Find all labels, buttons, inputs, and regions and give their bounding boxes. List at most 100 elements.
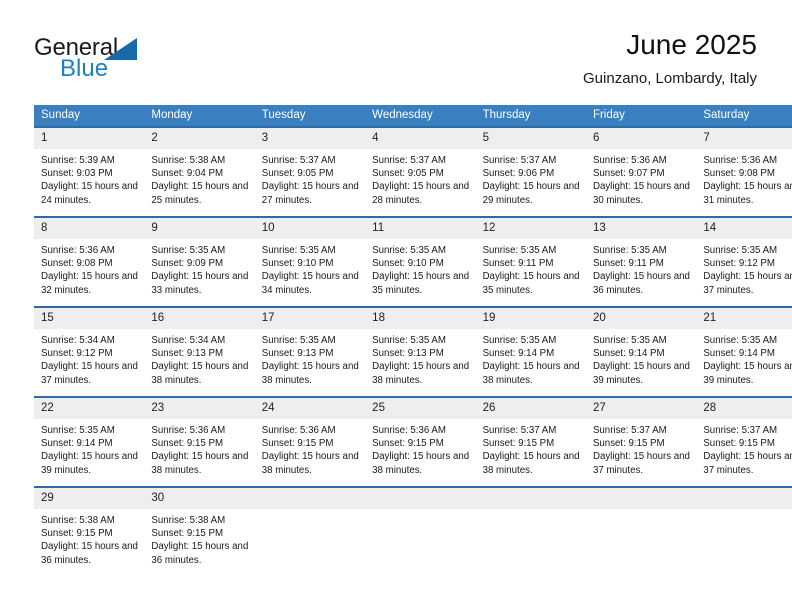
daylight-text: Daylight: 15 hours and 38 minutes. [151,361,249,386]
calendar-week-row: 29 Sunrise: 5:38 AM Sunset: 9:15 PM Dayligh… [34,486,792,567]
day-number [696,488,792,509]
day-details [586,509,696,514]
calendar-day-cell-empty [254,486,366,567]
calendar-day-cell[interactable]: 28 Sunrise: 5:37 AM Sunset: 9:15 PM Dayligh… [696,396,792,487]
sunset-text: Sunset: 9:07 PM [592,168,665,180]
day-number: 18 [365,308,476,329]
sunset-text: Sunset: 9:04 PM [151,168,224,180]
daylight-text: Daylight: 15 hours and 34 minutes. [261,271,359,296]
sunset-text: Sunset: 9:10 PM [261,258,334,270]
calendar-day-cell-empty [475,486,586,567]
day-number: 4 [365,128,476,149]
weekday-header-sunday: Sunday [34,105,145,127]
day-details: Sunrise: 5:35 AM Sunset: 9:14 PM Daylight:… [586,329,696,387]
calendar-day-cell[interactable]: 27 Sunrise: 5:37 AM Sunset: 9:15 PM Dayligh… [585,396,697,487]
sunset-text: Sunset: 9:13 PM [372,348,444,360]
daylight-text: Daylight: 15 hours and 24 minutes. [41,181,138,206]
calendar-day-cell[interactable]: 9 Sunrise: 5:35 AM Sunset: 9:09 PM Daylight… [144,216,255,307]
calendar-day-cell[interactable]: 30 Sunrise: 5:38 AM Sunset: 9:15 PM Dayligh… [144,486,255,567]
sunset-text: Sunset: 9:14 PM [703,348,775,360]
calendar-day-cell[interactable]: 19 Sunrise: 5:35 AM Sunset: 9:14 PM Dayligh… [475,306,586,397]
general-blue-logo[interactable]: General Blue [34,36,214,88]
sunset-text: Sunset: 9:09 PM [151,258,224,270]
weekday-header-thursday: Thursday [475,105,586,127]
day-number [475,488,586,509]
day-number: 12 [475,218,586,239]
daylight-text: Daylight: 15 hours and 30 minutes. [592,181,690,206]
day-number: 27 [585,398,697,419]
day-number [254,488,366,509]
day-number: 1 [34,128,145,149]
calendar-day-cell[interactable]: 29 Sunrise: 5:38 AM Sunset: 9:15 PM Dayligh… [34,486,145,567]
sunrise-text: Sunrise: 5:35 AM [261,245,336,256]
day-details: Sunrise: 5:36 AM Sunset: 9:08 PM Daylight:… [34,239,144,297]
calendar-day-cell[interactable]: 3 Sunrise: 5:37 AM Sunset: 9:05 PM Daylight… [254,126,366,217]
title-block: June 2025 Guinzano, Lombardy, Italy [583,28,757,90]
daylight-text: Daylight: 15 hours and 37 minutes. [592,451,690,476]
calendar-day-cell[interactable]: 21 Sunrise: 5:35 AM Sunset: 9:14 PM Dayligh… [696,306,792,397]
day-number [585,488,697,509]
calendar-day-cell[interactable]: 6 Sunrise: 5:36 AM Sunset: 9:07 PM Daylight… [585,126,697,217]
sunrise-text: Sunrise: 5:35 AM [41,425,115,436]
day-details [365,509,475,514]
sunrise-text: Sunrise: 5:39 AM [41,155,115,166]
weekday-header-saturday: Saturday [696,105,792,127]
day-details: Sunrise: 5:36 AM Sunset: 9:15 PM Daylight:… [144,419,254,477]
daylight-text: Daylight: 15 hours and 38 minutes. [261,451,359,476]
sunset-text: Sunset: 9:10 PM [372,258,444,270]
calendar-day-cell[interactable]: 5 Sunrise: 5:37 AM Sunset: 9:06 PM Daylight… [475,126,586,217]
daylight-text: Daylight: 15 hours and 28 minutes. [372,181,470,206]
calendar-day-cell[interactable]: 10 Sunrise: 5:35 AM Sunset: 9:10 PM Dayligh… [254,216,366,307]
calendar-day-cell[interactable]: 22 Sunrise: 5:35 AM Sunset: 9:14 PM Dayligh… [34,396,145,487]
day-details: Sunrise: 5:35 AM Sunset: 9:10 PM Daylight:… [255,239,365,297]
day-number: 5 [475,128,586,149]
day-details: Sunrise: 5:36 AM Sunset: 9:15 PM Daylight:… [255,419,365,477]
calendar-day-cell[interactable]: 17 Sunrise: 5:35 AM Sunset: 9:13 PM Dayligh… [254,306,366,397]
day-details: Sunrise: 5:35 AM Sunset: 9:11 PM Daylight:… [476,239,586,297]
calendar-day-cell[interactable]: 20 Sunrise: 5:35 AM Sunset: 9:14 PM Dayligh… [585,306,697,397]
calendar-day-cell[interactable]: 7 Sunrise: 5:36 AM Sunset: 9:08 PM Daylight… [696,126,792,217]
daylight-text: Daylight: 15 hours and 38 minutes. [482,451,580,476]
calendar-week-row: 1 Sunrise: 5:39 AM Sunset: 9:03 PM Daylight… [34,126,792,217]
calendar-day-cell[interactable]: 25 Sunrise: 5:36 AM Sunset: 9:15 PM Dayligh… [365,396,476,487]
day-details: Sunrise: 5:37 AM Sunset: 9:05 PM Daylight:… [255,149,365,207]
calendar-week-row: 22 Sunrise: 5:35 AM Sunset: 9:14 PM Dayligh… [34,396,792,487]
calendar-day-cell[interactable]: 1 Sunrise: 5:39 AM Sunset: 9:03 PM Daylight… [34,126,145,217]
day-details: Sunrise: 5:38 AM Sunset: 9:04 PM Daylight:… [144,149,254,207]
sunrise-text: Sunrise: 5:35 AM [482,335,557,346]
day-details: Sunrise: 5:35 AM Sunset: 9:09 PM Daylight:… [144,239,254,297]
calendar-day-cell[interactable]: 2 Sunrise: 5:38 AM Sunset: 9:04 PM Daylight… [144,126,255,217]
daylight-text: Daylight: 15 hours and 38 minutes. [151,451,249,476]
sunset-text: Sunset: 9:15 PM [592,438,665,450]
calendar-day-cell[interactable]: 16 Sunrise: 5:34 AM Sunset: 9:13 PM Dayligh… [144,306,255,397]
daylight-text: Daylight: 15 hours and 38 minutes. [261,361,359,386]
calendar-day-cell[interactable]: 26 Sunrise: 5:37 AM Sunset: 9:15 PM Dayligh… [475,396,586,487]
daylight-text: Daylight: 15 hours and 27 minutes. [261,181,359,206]
sunset-text: Sunset: 9:06 PM [482,168,555,180]
calendar-day-cell-empty [585,486,697,567]
sunrise-text: Sunrise: 5:37 AM [372,155,446,166]
day-number: 29 [34,488,145,509]
sunset-text: Sunset: 9:14 PM [592,348,665,360]
day-number: 11 [365,218,476,239]
day-number: 30 [144,488,255,509]
daylight-text: Daylight: 15 hours and 32 minutes. [41,271,138,296]
sunset-text: Sunset: 9:12 PM [41,348,113,360]
day-details: Sunrise: 5:37 AM Sunset: 9:15 PM Daylight:… [696,419,792,477]
calendar-day-cell[interactable]: 11 Sunrise: 5:35 AM Sunset: 9:10 PM Dayligh… [365,216,476,307]
sunset-text: Sunset: 9:15 PM [703,438,775,450]
daylight-text: Daylight: 15 hours and 36 minutes. [151,541,249,566]
calendar-day-cell[interactable]: 23 Sunrise: 5:36 AM Sunset: 9:15 PM Dayligh… [144,396,255,487]
sunrise-text: Sunrise: 5:36 AM [592,155,667,166]
calendar-day-cell[interactable]: 18 Sunrise: 5:35 AM Sunset: 9:13 PM Dayligh… [365,306,476,397]
calendar-day-cell[interactable]: 14 Sunrise: 5:35 AM Sunset: 9:12 PM Dayligh… [696,216,792,307]
calendar-day-cell[interactable]: 24 Sunrise: 5:36 AM Sunset: 9:15 PM Dayligh… [254,396,366,487]
daylight-text: Daylight: 15 hours and 35 minutes. [372,271,470,296]
calendar-day-cell[interactable]: 8 Sunrise: 5:36 AM Sunset: 9:08 PM Daylight… [34,216,145,307]
calendar-day-cell[interactable]: 4 Sunrise: 5:37 AM Sunset: 9:05 PM Daylight… [365,126,476,217]
calendar-day-cell[interactable]: 12 Sunrise: 5:35 AM Sunset: 9:11 PM Dayligh… [475,216,586,307]
calendar-day-cell[interactable]: 15 Sunrise: 5:34 AM Sunset: 9:12 PM Dayligh… [34,306,145,397]
sunrise-text: Sunrise: 5:35 AM [372,245,446,256]
calendar-day-cell[interactable]: 13 Sunrise: 5:35 AM Sunset: 9:11 PM Dayligh… [585,216,697,307]
calendar-table: Sunday Monday Tuesday Wednesday Thursday… [34,105,792,567]
